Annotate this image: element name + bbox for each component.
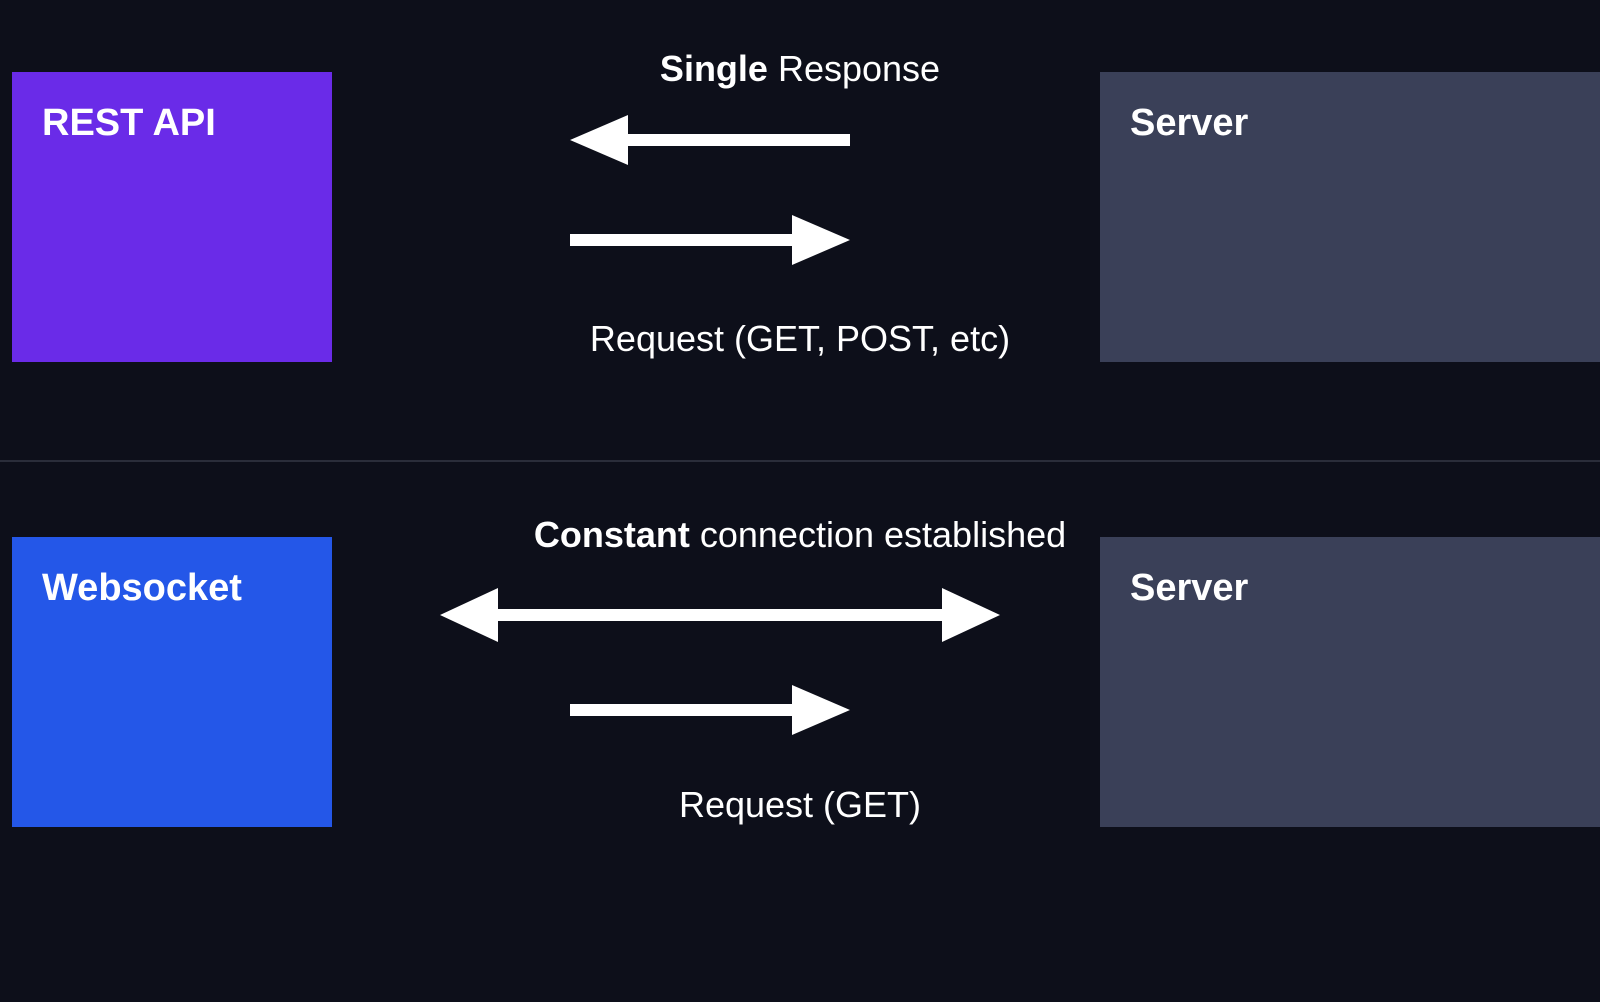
- server-box-top: Server: [1100, 72, 1600, 362]
- single-response-label: Single Response: [660, 48, 940, 90]
- response-text: Response: [768, 48, 940, 89]
- server-label-bottom: Server: [1130, 567, 1248, 609]
- left-arrow-icon: [570, 110, 850, 170]
- rest-api-section: REST API Server Single Response Request …: [0, 0, 1600, 460]
- request-text-bottom: Request (GET): [679, 784, 921, 825]
- rest-api-label: REST API: [42, 102, 216, 144]
- server-box-bottom: Server: [1100, 537, 1600, 827]
- websocket-box: Websocket: [12, 537, 332, 827]
- single-text: Single: [660, 48, 768, 89]
- constant-text: Constant: [534, 514, 690, 555]
- websocket-section: Websocket Server Constant connection est…: [0, 462, 1600, 1002]
- request-label-top: Request (GET, POST, etc): [590, 318, 1010, 360]
- right-arrow-icon: [570, 210, 850, 270]
- connection-text: connection established: [690, 514, 1066, 555]
- double-arrow-icon: [440, 580, 1000, 650]
- request-text-top: Request (GET, POST, etc): [590, 318, 1010, 359]
- right-arrow-bottom-icon: [570, 680, 850, 740]
- constant-connection-label: Constant connection established: [534, 514, 1066, 556]
- server-label-top: Server: [1130, 102, 1248, 144]
- rest-api-box: REST API: [12, 72, 332, 362]
- websocket-label: Websocket: [42, 567, 242, 609]
- request-label-bottom: Request (GET): [679, 784, 921, 826]
